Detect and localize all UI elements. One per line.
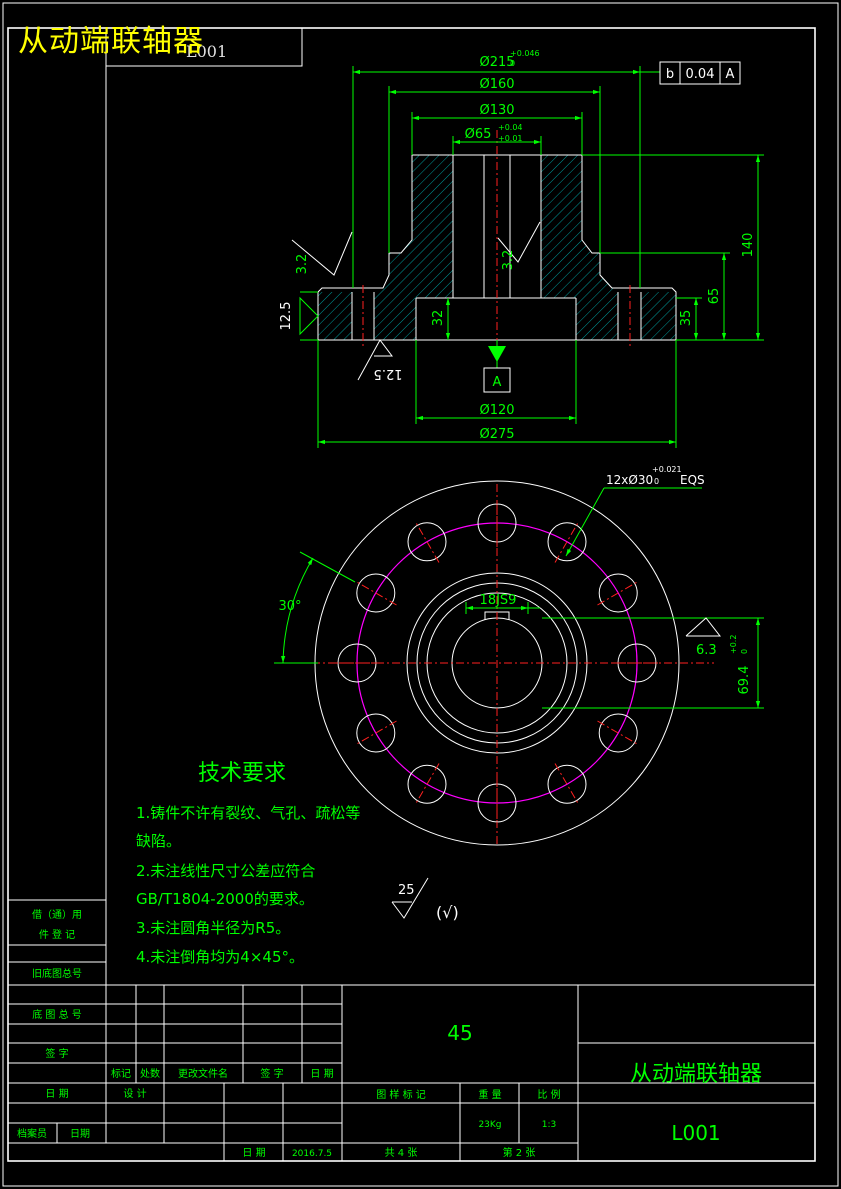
dim-holes-eqs: EQS — [680, 473, 705, 487]
tb-scale-h: 比 例 — [537, 1088, 560, 1101]
tb-page: 第 2 张 — [503, 1146, 536, 1159]
strip-a2: 件 登 记 — [39, 928, 75, 941]
dim-d160: Ø160 — [479, 77, 514, 92]
rough-125-bottom: 12.5 — [374, 366, 403, 381]
dim-h32: 32 — [431, 310, 446, 327]
dim-d275: Ø275 — [479, 427, 514, 442]
bolt-hole-centerline — [554, 763, 580, 806]
dim-h35: 35 — [679, 310, 694, 327]
tb-date-h: 日 期 — [310, 1068, 333, 1080]
dim-keyway: 18JS9 — [480, 593, 517, 608]
rough-125-left: 12.5 — [279, 302, 294, 331]
tb-scale-v: 1:3 — [542, 1120, 556, 1130]
title-block: 底 图 总 号 签 字 日 期 档案员 日期 标记 处数 更改文件名 签 字 日… — [8, 984, 815, 1161]
rough-63: 6.3 — [696, 643, 717, 658]
bolt-hole-centerline — [354, 720, 397, 746]
dim-holes: 12xØ30 — [606, 473, 653, 487]
bolt-hole-centerline — [414, 763, 440, 806]
dim-d694-tol-up: +0.2 — [729, 635, 738, 654]
tb-weight-h: 重 量 — [478, 1088, 501, 1101]
tb-design: 设 计 — [123, 1087, 146, 1100]
geo-val: 0.04 — [686, 67, 715, 82]
tb-name: 从动端联轴器 — [630, 1062, 762, 1087]
tech-title: 技术要求 — [198, 761, 286, 786]
dim-d215-tol-low: 0 — [510, 59, 515, 68]
tb-change-doc: 更改文件名 — [178, 1067, 228, 1080]
tb-total: 共 4 张 — [385, 1147, 418, 1159]
tech-requirements: 技术要求 1.铸件不许有裂纹、气孔、疏松等 缺陷。 2.未注线性尺寸公差应符合 … — [136, 761, 360, 966]
geo-tolerance-frame: b 0.04 A — [659, 61, 741, 85]
tech-line-4: 4.未注倒角均为4×45°。 — [136, 948, 304, 966]
rough-check: (√) — [436, 903, 459, 922]
datum-a-label: A — [493, 375, 502, 390]
overlay-title: 从动端联轴器 — [18, 24, 204, 59]
dim-h140: 140 — [741, 233, 756, 258]
geo-sym: b — [666, 67, 674, 82]
strip-e: 日 期 — [45, 1088, 68, 1100]
section-view — [291, 66, 764, 448]
dim-d120: Ø120 — [479, 403, 514, 418]
tech-line-1: 1.铸件不许有裂纹、气孔、疏松等 — [136, 804, 360, 822]
drawing-sheet: Ø215 +0.046 0 Ø160 Ø130 Ø65 +0.04 +0.01 … — [2, 2, 839, 1187]
dim-h65: 65 — [707, 288, 722, 305]
bolt-hole-centerline — [597, 720, 640, 746]
tb-code: L001 — [671, 1121, 720, 1145]
dim-holes-tol-low: 0 — [654, 477, 659, 486]
dim-holes-tol-up: +0.021 — [652, 465, 682, 474]
tb-material: 45 — [447, 1021, 472, 1045]
tb-sign: 签 字 — [260, 1067, 283, 1080]
dim-angle-30: 30° — [278, 599, 301, 614]
tb-date-v: 2016.7.5 — [292, 1149, 332, 1159]
left-strip: 借（通）用 件 登 记 旧底图总号 — [8, 899, 106, 986]
tb-mark: 标记 — [111, 1068, 131, 1080]
strip-d: 签 字 — [45, 1047, 68, 1060]
dim-d65: Ø65 — [465, 127, 492, 142]
strip-f1: 档案员 — [17, 1127, 47, 1140]
rough-32-left: 3.2 — [295, 254, 310, 275]
dim-d215-tol: +0.046 — [510, 49, 540, 58]
tech-line-2b: GB/T1804-2000的要求。 — [136, 890, 314, 908]
tb-count: 处数 — [140, 1067, 160, 1080]
tb-date-l: 日 期 — [242, 1147, 265, 1159]
tech-line-1b: 缺陷。 — [136, 832, 181, 850]
tb-weight-v: 23Kg — [478, 1120, 501, 1130]
rough-25: 25 — [398, 883, 415, 898]
dim-d694-tol-low: 0 — [740, 649, 749, 654]
strip-b: 旧底图总号 — [32, 967, 82, 980]
bolt-hole-centerline — [554, 520, 580, 563]
dim-d694: 69.4 — [737, 666, 752, 695]
tb-stage: 图 样 标 记 — [376, 1088, 426, 1101]
bolt-hole-centerline — [354, 580, 397, 606]
tech-line-2: 2.未注线性尺寸公差应符合 — [136, 862, 315, 880]
dim-d130: Ø130 — [479, 103, 514, 118]
tech-line-3: 3.未注圆角半径为R5。 — [136, 919, 290, 937]
dim-d65-tol-low: +0.01 — [498, 134, 523, 143]
bolt-hole-centerline — [597, 580, 640, 606]
top-view — [274, 480, 764, 846]
strip-f2: 日期 — [70, 1128, 90, 1140]
dim-d65-tol-up: +0.04 — [498, 123, 523, 132]
rough-32-mid: 3.2 — [501, 250, 516, 271]
strip-c: 底 图 总 号 — [32, 1008, 82, 1021]
general-roughness: 25 (√) — [391, 877, 459, 922]
bolt-hole-centerline — [414, 520, 440, 563]
strip-a1: 借（通）用 — [32, 909, 82, 921]
geo-datum: A — [726, 67, 735, 82]
